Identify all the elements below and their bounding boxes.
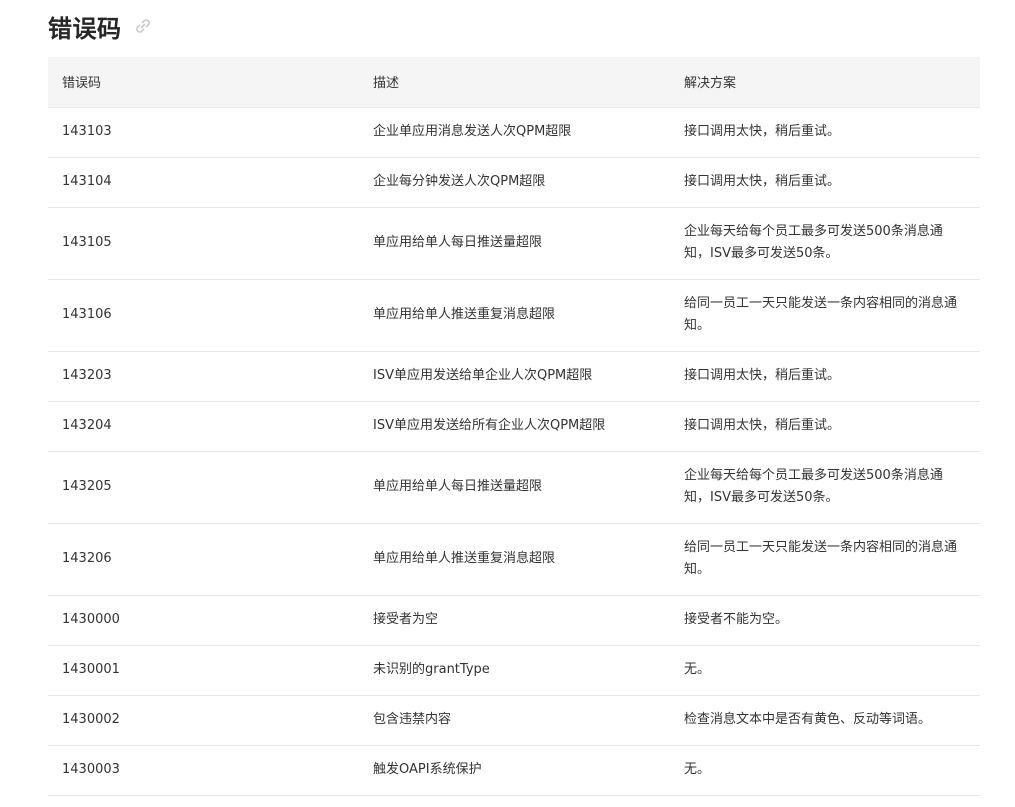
table-row: 143206 单应用给单人推送重复消息超限 给同一员工一天只能发送一条内容相同的…: [48, 523, 980, 596]
cell-description: ISV单应用发送给所有企业人次QPM超限: [359, 401, 670, 452]
cell-solution: 接口调用太快，稍后重试。: [670, 107, 980, 158]
cell-description: 企业每分钟发送人次QPM超限: [359, 157, 670, 208]
cell-code: 143203: [48, 351, 359, 402]
cell-solution: 无。: [670, 645, 980, 696]
table-row: 143106 单应用给单人推送重复消息超限 给同一员工一天只能发送一条内容相同的…: [48, 279, 980, 352]
cell-description: 触发OAPI系统保护: [359, 745, 670, 796]
table-header-row: 错误码 描述 解决方案: [48, 57, 980, 108]
cell-solution: 接受者不能为空。: [670, 595, 980, 646]
table-row: 143205 单应用给单人每日推送量超限 企业每天给每个员工最多可发送500条消…: [48, 451, 980, 524]
table-row: 1430003 触发OAPI系统保护 无。: [48, 745, 980, 796]
cell-description: 单应用给单人推送重复消息超限: [359, 279, 670, 352]
cell-solution: 给同一员工一天只能发送一条内容相同的消息通知。: [670, 279, 980, 352]
cell-solution: 接口调用太快，稍后重试。: [670, 351, 980, 402]
column-header-description: 描述: [359, 57, 670, 108]
cell-description: 未识别的grantType: [359, 645, 670, 696]
column-header-code: 错误码: [48, 57, 359, 108]
cell-code: 143205: [48, 451, 359, 524]
column-header-solution: 解决方案: [670, 57, 980, 108]
section-title: 错误码: [48, 14, 122, 43]
cell-description: 单应用给单人每日推送量超限: [359, 207, 670, 280]
cell-code: 143106: [48, 279, 359, 352]
link-icon[interactable]: [132, 15, 154, 37]
cell-solution: 企业每天给每个员工最多可发送500条消息通知，ISV最多可发送50条。: [670, 207, 980, 280]
cell-code: 143105: [48, 207, 359, 280]
cell-description: ISV单应用发送给单企业人次QPM超限: [359, 351, 670, 402]
cell-code: 143206: [48, 523, 359, 596]
cell-code: 1430001: [48, 645, 359, 696]
cell-code: 143103: [48, 107, 359, 158]
section-header: 错误码: [48, 8, 154, 44]
cell-solution: 接口调用太快，稍后重试。: [670, 401, 980, 452]
error-code-table: 错误码 描述 解决方案 143103 企业单应用消息发送人次QPM超限 接口调用…: [48, 57, 980, 796]
table-row: 1430002 包含违禁内容 检查消息文本中是否有黄色、反动等词语。: [48, 695, 980, 746]
table-row: 143104 企业每分钟发送人次QPM超限 接口调用太快，稍后重试。: [48, 157, 980, 208]
table-row: 143203 ISV单应用发送给单企业人次QPM超限 接口调用太快，稍后重试。: [48, 351, 980, 402]
table-row: 143204 ISV单应用发送给所有企业人次QPM超限 接口调用太快，稍后重试。: [48, 401, 980, 452]
cell-description: 单应用给单人每日推送量超限: [359, 451, 670, 524]
cell-solution: 给同一员工一天只能发送一条内容相同的消息通知。: [670, 523, 980, 596]
cell-description: 单应用给单人推送重复消息超限: [359, 523, 670, 596]
cell-code: 1430000: [48, 595, 359, 646]
cell-description: 企业单应用消息发送人次QPM超限: [359, 107, 670, 158]
cell-solution: 企业每天给每个员工最多可发送500条消息通知，ISV最多可发送50条。: [670, 451, 980, 524]
cell-description: 接受者为空: [359, 595, 670, 646]
cell-solution: 接口调用太快，稍后重试。: [670, 157, 980, 208]
cell-solution: 无。: [670, 745, 980, 796]
cell-solution: 检查消息文本中是否有黄色、反动等词语。: [670, 695, 980, 746]
table-row: 143103 企业单应用消息发送人次QPM超限 接口调用太快，稍后重试。: [48, 107, 980, 158]
table-row: 1430001 未识别的grantType 无。: [48, 645, 980, 696]
cell-code: 1430003: [48, 745, 359, 796]
cell-code: 143204: [48, 401, 359, 452]
cell-code: 143104: [48, 157, 359, 208]
cell-code: 1430002: [48, 695, 359, 746]
table-row: 143105 单应用给单人每日推送量超限 企业每天给每个员工最多可发送500条消…: [48, 207, 980, 280]
table-row: 1430000 接受者为空 接受者不能为空。: [48, 595, 980, 646]
cell-description: 包含违禁内容: [359, 695, 670, 746]
